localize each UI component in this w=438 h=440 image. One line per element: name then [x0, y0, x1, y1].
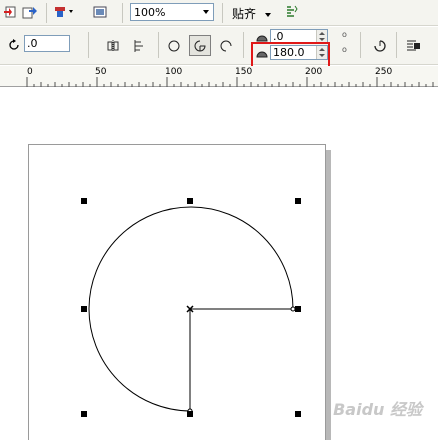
selection-handle[interactable] [295, 306, 301, 312]
watermark: Baidu 经验 [333, 400, 422, 419]
selection-handle[interactable] [295, 411, 301, 417]
start-node[interactable] [290, 306, 296, 312]
selection-handle[interactable] [187, 198, 193, 204]
selection-handle[interactable] [81, 306, 87, 312]
selection-handle[interactable] [295, 198, 301, 204]
selection-handle[interactable] [81, 198, 87, 204]
drawing-layer [81, 198, 301, 417]
selection-handle[interactable] [81, 411, 87, 417]
selection-handle[interactable] [187, 411, 193, 417]
